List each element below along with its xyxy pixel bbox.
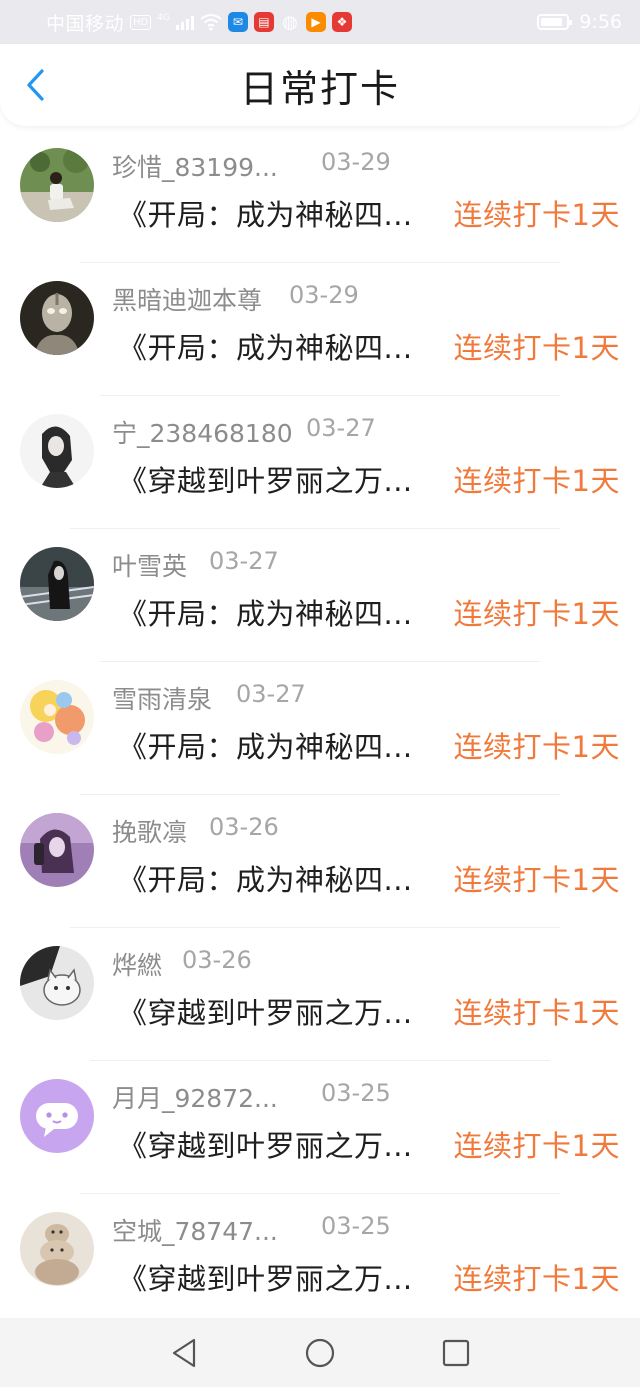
book-title[interactable]: 《穿越到叶罗丽之万... xyxy=(118,1256,413,1298)
user-name[interactable]: 空城_78747... xyxy=(112,1212,278,1248)
checkin-list-item[interactable]: 月月_92872... 03-25 《穿越到叶罗丽之万... 连续打卡1天 xyxy=(0,1061,640,1194)
streak-label: 连续打卡1天 xyxy=(453,198,620,232)
streak-label: 连续打卡1天 xyxy=(453,996,620,1030)
checkin-list-item[interactable]: 叶雪英 03-27 《开局：成为神秘四... 连续打卡1天 xyxy=(0,529,640,662)
network-type: 4G xyxy=(157,12,170,23)
checkin-date: 03-25 xyxy=(321,1079,391,1107)
avatar-ultraman-icon[interactable] xyxy=(20,281,94,355)
avatar-hamsters-icon[interactable] xyxy=(20,1212,94,1286)
book-title[interactable]: 《开局：成为神秘四... xyxy=(118,325,413,367)
book-title[interactable]: 《开局：成为神秘四... xyxy=(118,591,413,633)
checkin-date: 03-27 xyxy=(209,547,279,575)
video-app-icon: ▶ xyxy=(305,12,326,32)
clock: 9:56 xyxy=(579,11,622,33)
checkin-list-item[interactable]: 空城_78747... 03-25 《穿越到叶罗丽之万... 连续打卡1天 xyxy=(0,1194,640,1327)
book-app-icon: ▤ xyxy=(253,12,274,32)
checkin-list-item[interactable]: 烨繎 03-26 《穿越到叶罗丽之万... 连续打卡1天 xyxy=(0,928,640,1061)
streak-label: 连续打卡1天 xyxy=(453,597,620,631)
checkin-list-item[interactable]: 雪雨清泉 03-27 《开局：成为神秘四... 连续打卡1天 xyxy=(0,662,640,795)
book-title[interactable]: 《穿越到叶罗丽之万... xyxy=(118,1123,413,1165)
qq-icon: ✉ xyxy=(227,12,248,32)
book-title[interactable]: 《开局：成为神秘四... xyxy=(118,857,413,899)
avatar-sketch-girl-icon[interactable] xyxy=(20,414,94,488)
user-name[interactable]: 珍惜_83199... xyxy=(112,148,278,184)
streak-label: 连续打卡1天 xyxy=(453,464,620,498)
book-title[interactable]: 《穿越到叶罗丽之万... xyxy=(118,458,413,500)
streak-label: 连续打卡1天 xyxy=(453,863,620,897)
user-name[interactable]: 烨繎 xyxy=(112,946,162,982)
system-nav-bar xyxy=(0,1318,640,1387)
checkin-date: 03-29 xyxy=(289,281,359,309)
book-title[interactable]: 《开局：成为神秘四... xyxy=(118,724,413,766)
streak-label: 连续打卡1天 xyxy=(453,730,620,764)
book-title[interactable]: 《开局：成为神秘四... xyxy=(118,192,413,234)
checkin-date: 03-27 xyxy=(306,414,376,442)
notification-app-icons: ✉ ▤ ◍ ▶ ❖ xyxy=(227,11,352,33)
book-title[interactable]: 《穿越到叶罗丽之万... xyxy=(118,990,413,1032)
header: 日常打卡 xyxy=(0,44,640,126)
user-name[interactable]: 雪雨清泉 xyxy=(112,680,212,716)
chevron-left-icon xyxy=(27,69,44,101)
user-name[interactable]: 叶雪英 xyxy=(112,547,187,583)
gift-app-icon: ❖ xyxy=(331,12,352,32)
nav-recents-square-icon xyxy=(442,1339,470,1366)
avatar-anime-icon[interactable] xyxy=(20,680,94,754)
user-name[interactable]: 黑暗迪迦本尊 xyxy=(112,281,262,317)
status-bar: 中国移动 HD 4G ✉ ▤ ◍ ▶ ❖ 9:56 xyxy=(0,0,640,44)
back-button[interactable] xyxy=(18,68,52,102)
streak-label: 连续打卡1天 xyxy=(453,331,620,365)
checkin-date: 03-29 xyxy=(321,148,391,176)
checkin-date: 03-25 xyxy=(321,1212,391,1240)
nav-back-button[interactable] xyxy=(166,1335,202,1371)
checkin-date: 03-27 xyxy=(236,680,306,708)
checkin-list: 珍惜_83199... 03-29 《开局：成为神秘四... 连续打卡1天 黑暗迪迦本尊… xyxy=(0,130,640,1327)
nav-back-triangle-icon xyxy=(172,1338,196,1367)
streak-label: 连续打卡1天 xyxy=(453,1129,620,1163)
checkin-date: 03-26 xyxy=(182,946,252,974)
checkin-date: 03-26 xyxy=(209,813,279,841)
avatar-purple-girl-icon[interactable] xyxy=(20,813,94,887)
streak-label: 连续打卡1天 xyxy=(453,1262,620,1296)
checkin-list-item[interactable]: 挽歌凛 03-26 《开局：成为神秘四... 连续打卡1天 xyxy=(0,795,640,928)
user-name[interactable]: 挽歌凛 xyxy=(112,813,187,849)
user-name[interactable]: 宁_238468180 xyxy=(112,414,293,450)
status-left: 中国移动 HD 4G ✉ ▤ ◍ ▶ ❖ xyxy=(46,9,352,36)
wechat-icon: ◍ xyxy=(282,11,298,33)
signal-icon xyxy=(175,14,194,30)
nav-recents-button[interactable] xyxy=(438,1335,474,1371)
page-title: 日常打卡 xyxy=(239,66,400,111)
nav-home-circle-icon xyxy=(305,1338,335,1367)
status-right: 9:56 xyxy=(537,11,622,33)
avatar-photo-person-icon[interactable] xyxy=(20,148,94,222)
checkin-list-item[interactable]: 珍惜_83199... 03-29 《开局：成为神秘四... 连续打卡1天 xyxy=(0,130,640,263)
hd-badge: HD xyxy=(130,14,152,30)
carrier-label: 中国移动 xyxy=(46,12,125,35)
checkin-list-item[interactable]: 宁_238468180 03-27 《穿越到叶罗丽之万... 连续打卡1天 xyxy=(0,396,640,529)
battery-icon xyxy=(537,14,573,30)
avatar-cat-sketch-icon[interactable] xyxy=(20,946,94,1020)
avatar-dark-girl-icon[interactable] xyxy=(20,547,94,621)
user-name[interactable]: 月月_92872... xyxy=(112,1079,278,1115)
avatar-chat-bubble-icon[interactable] xyxy=(20,1079,94,1153)
nav-home-button[interactable] xyxy=(302,1335,338,1371)
checkin-list-item[interactable]: 黑暗迪迦本尊 03-29 《开局：成为神秘四... 连续打卡1天 xyxy=(0,263,640,396)
wifi-icon xyxy=(200,13,222,31)
